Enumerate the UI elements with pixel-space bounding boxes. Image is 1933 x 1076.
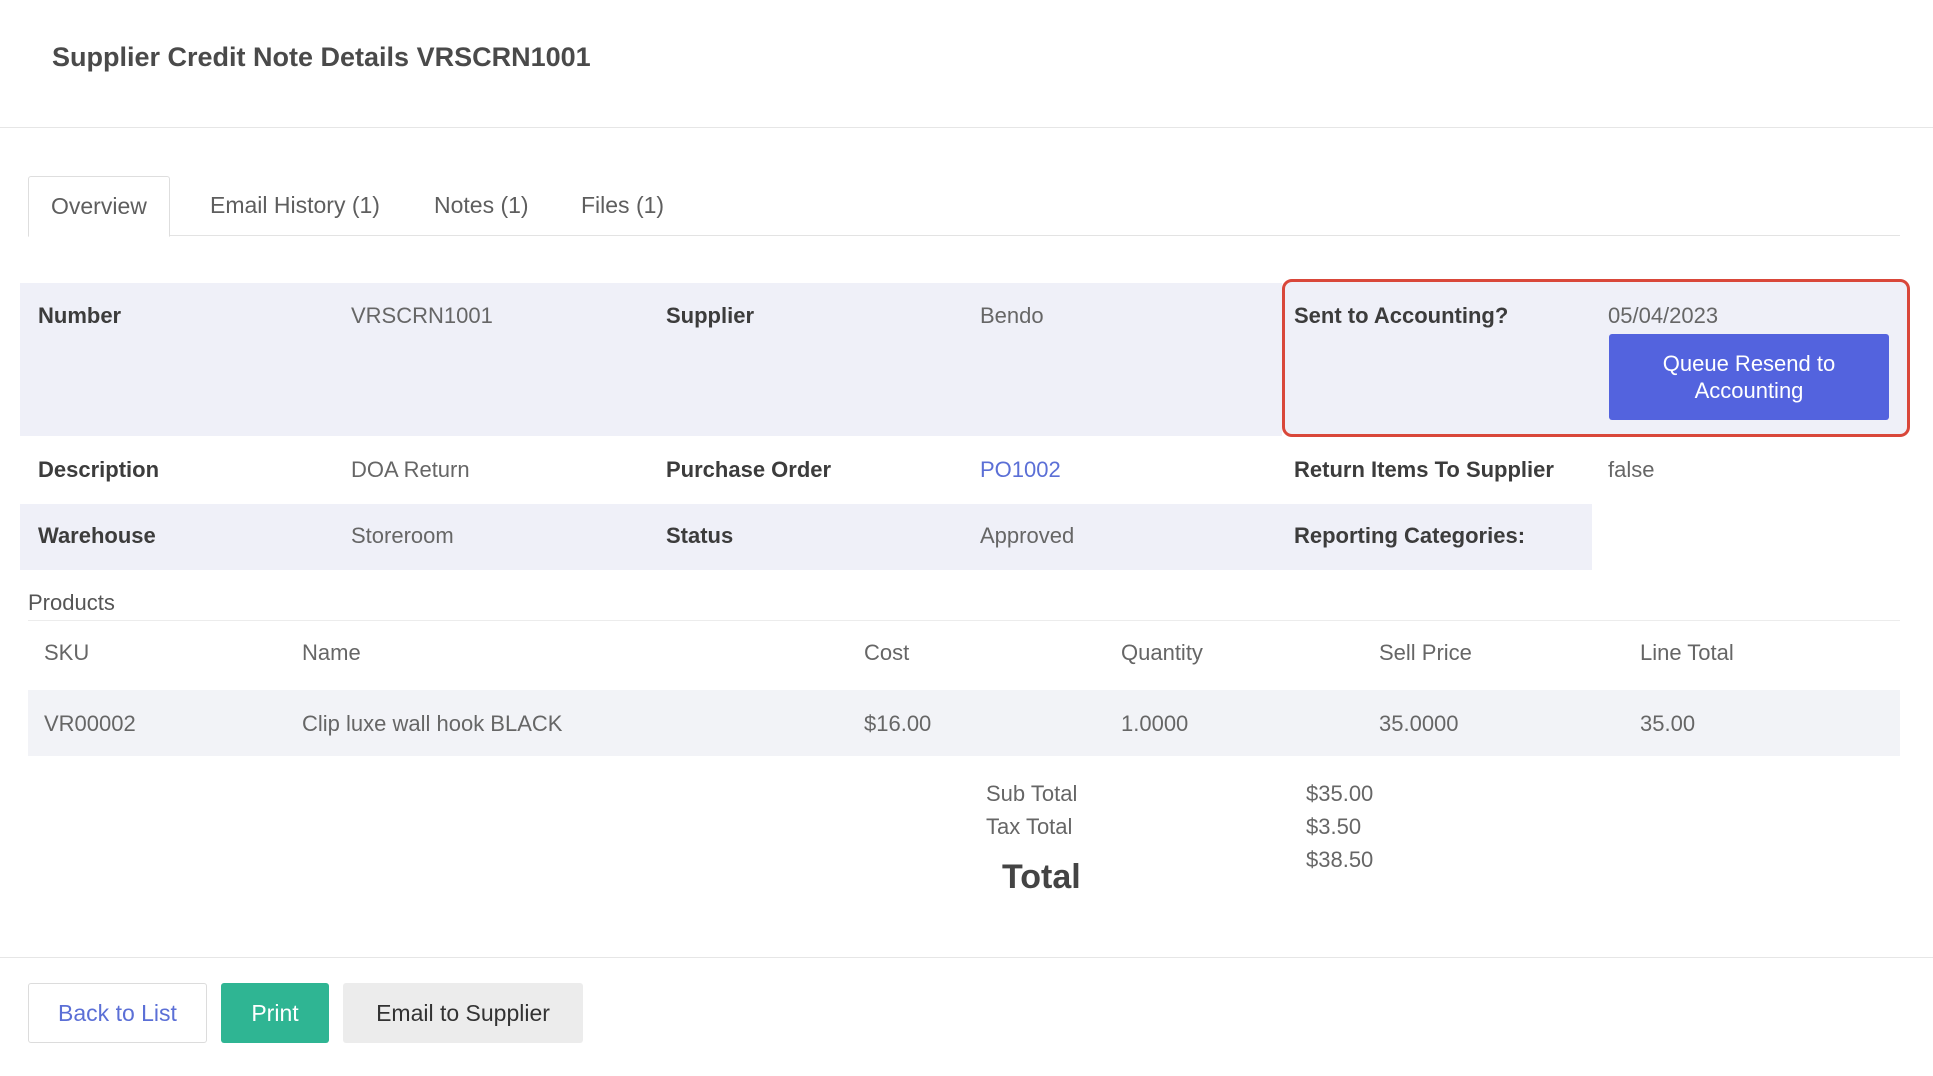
row-quantity: 1.0000 [1121,711,1189,736]
description-value: DOA Return [351,457,470,482]
total-label: Total [1002,858,1081,896]
back-to-list-button[interactable]: Back to List [28,983,207,1043]
products-divider [28,620,1900,621]
description-label: Description [38,457,160,482]
reporting-categories-label: Reporting Categories: [1294,523,1526,548]
warehouse-label: Warehouse [38,523,156,548]
status-value: Approved [980,523,1075,548]
row-cost: $16.00 [864,711,932,736]
details-row-shade [20,283,1282,436]
column-header-quantity: Quantity [1121,640,1203,665]
row-sell-price: 35.0000 [1379,711,1459,736]
column-header-line-total: Line Total [1640,640,1734,665]
page-header: Supplier Credit Note Details VRSCRN1001 [0,0,1933,128]
number-value: VRSCRN1001 [351,303,493,328]
queue-resend-button[interactable]: Queue Resend to Accounting [1609,334,1889,420]
purchase-order-link[interactable]: PO1002 [980,457,1061,483]
tab-notes[interactable]: Notes (1) [434,176,529,236]
return-items-value: false [1608,457,1655,482]
tab-email-history[interactable]: Email History (1) [210,176,380,236]
status-label: Status [666,523,734,548]
page-title: Supplier Credit Note Details VRSCRN1001 [52,42,591,72]
purchase-order-label: Purchase Order [666,457,832,482]
total-value: $38.50 [1306,847,1374,872]
number-label: Number [38,303,122,328]
tab-bar: Overview Email History (1) Notes (1) Fil… [28,176,1900,237]
print-button[interactable]: Print [221,983,329,1043]
table-row: VR00002 Clip luxe wall hook BLACK $16.00… [28,690,1900,756]
tax-total-value: $3.50 [1306,814,1362,839]
tab-overview[interactable]: Overview [28,176,170,237]
products-title: Products [28,590,115,615]
sub-total-value: $35.00 [1306,781,1374,806]
tax-total-label: Tax Total [986,814,1073,839]
return-items-label: Return Items To Supplier [1294,457,1554,482]
row-sku: VR00002 [44,711,136,736]
column-header-name: Name [302,640,361,665]
row-name: Clip luxe wall hook BLACK [302,711,563,736]
column-header-sku: SKU [44,640,90,665]
sub-total-label: Sub Total [986,781,1078,806]
supplier-value: Bendo [980,303,1044,328]
sent-to-accounting-value: 05/04/2023 [1608,303,1719,328]
footer-divider [0,957,1933,958]
warehouse-value: Storeroom [351,523,454,548]
column-header-cost: Cost [864,640,910,665]
email-to-supplier-button[interactable]: Email to Supplier [343,983,583,1043]
sent-to-accounting-label: Sent to Accounting? [1294,303,1509,328]
supplier-label: Supplier [666,303,755,328]
tab-files[interactable]: Files (1) [581,176,664,236]
row-line-total: 35.00 [1640,711,1696,736]
column-header-sell-price: Sell Price [1379,640,1472,665]
